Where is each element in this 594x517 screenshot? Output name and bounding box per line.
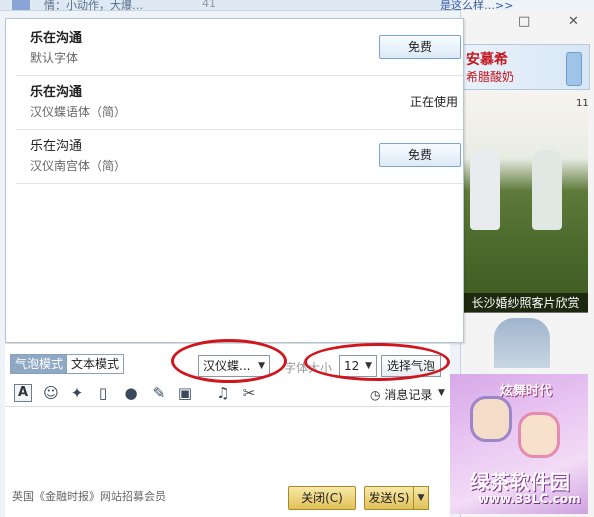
close-icon[interactable]: ✕ bbox=[568, 14, 579, 29]
bottle-image bbox=[566, 52, 582, 86]
person-figure bbox=[532, 150, 562, 230]
microphone-icon[interactable]: ● bbox=[122, 384, 140, 402]
watermark-url: www.33LC.com bbox=[478, 492, 581, 506]
partial-figure-image bbox=[494, 318, 550, 368]
person-figure bbox=[470, 150, 500, 230]
watermark-logo: 绿茶软件园 bbox=[470, 470, 570, 494]
restore-icon[interactable]: □ bbox=[518, 14, 530, 29]
background-feed-text: 情：小动作，大爆… bbox=[44, 0, 143, 12]
promo-link[interactable]: 英国《金融时报》网站招募会员 bbox=[12, 488, 166, 504]
font-name: 汉仪南宫体（简） bbox=[30, 159, 127, 173]
font-icon[interactable]: A bbox=[14, 384, 32, 402]
free-button[interactable]: 免费 bbox=[379, 143, 461, 167]
message-history[interactable]: ◷ 消息记录 bbox=[370, 386, 432, 403]
music-icon[interactable]: ♫ bbox=[214, 384, 232, 402]
character-image bbox=[470, 396, 512, 442]
dropdown-arrow-icon[interactable]: ▼ bbox=[438, 388, 445, 398]
font-sample: 乐在沟通 bbox=[30, 85, 83, 100]
close-button[interactable]: 关闭(C) bbox=[288, 486, 356, 510]
ad-subtitle: 希腊酸奶 bbox=[466, 70, 515, 84]
clock-icon: ◷ bbox=[370, 388, 381, 402]
image-icon[interactable]: ▣ bbox=[176, 384, 194, 402]
video-icon[interactable]: ▯ bbox=[94, 384, 112, 402]
avatar bbox=[12, 0, 30, 10]
photo-number: 11 bbox=[576, 98, 589, 109]
font-sample: 乐在沟通 bbox=[30, 31, 83, 46]
font-popup: 乐在沟通 默认字体 免费 乐在沟通 汉仪蝶语体（简） 正在使用 乐在沟通 汉仪南… bbox=[5, 18, 464, 343]
ad-title: 安慕希 bbox=[466, 52, 508, 68]
character-image bbox=[518, 412, 560, 458]
emoji-icon[interactable]: ☺ bbox=[42, 384, 60, 402]
in-use-status: 正在使用 bbox=[410, 95, 459, 109]
message-history-label: 消息记录 bbox=[384, 388, 433, 402]
edit-icon[interactable]: ✎ bbox=[150, 384, 168, 402]
dance-ad-title: 炫舞时代 bbox=[500, 384, 553, 399]
font-sample: 乐在沟通 bbox=[30, 139, 83, 154]
bubble-mode-tab[interactable]: 气泡模式 bbox=[10, 354, 69, 374]
font-name: 汉仪蝶语体（简） bbox=[30, 105, 127, 119]
scissors-icon[interactable]: ✂ bbox=[240, 384, 258, 402]
free-button[interactable]: 免费 bbox=[379, 35, 461, 59]
send-options-arrow-icon[interactable]: ▼ bbox=[413, 486, 429, 510]
send-button[interactable]: 发送(S) bbox=[364, 486, 414, 510]
like-count: 41 bbox=[202, 0, 216, 10]
font-name: 默认字体 bbox=[30, 51, 79, 65]
highlight-ring bbox=[171, 339, 287, 383]
highlight-ring bbox=[304, 343, 450, 381]
magic-icon[interactable]: ✦ bbox=[68, 384, 86, 402]
font-row-dieyu[interactable]: 乐在沟通 汉仪蝶语体（简） 正在使用 bbox=[16, 75, 463, 130]
font-row-default[interactable]: 乐在沟通 默认字体 免费 bbox=[16, 21, 463, 76]
divider bbox=[5, 406, 450, 407]
text-mode-tab[interactable]: 文本模式 bbox=[66, 354, 125, 374]
font-row-nangong[interactable]: 乐在沟通 汉仪南宫体（简） 免费 bbox=[16, 129, 463, 184]
photo-caption[interactable]: 长沙婚纱照客片欣赏 bbox=[463, 293, 588, 313]
